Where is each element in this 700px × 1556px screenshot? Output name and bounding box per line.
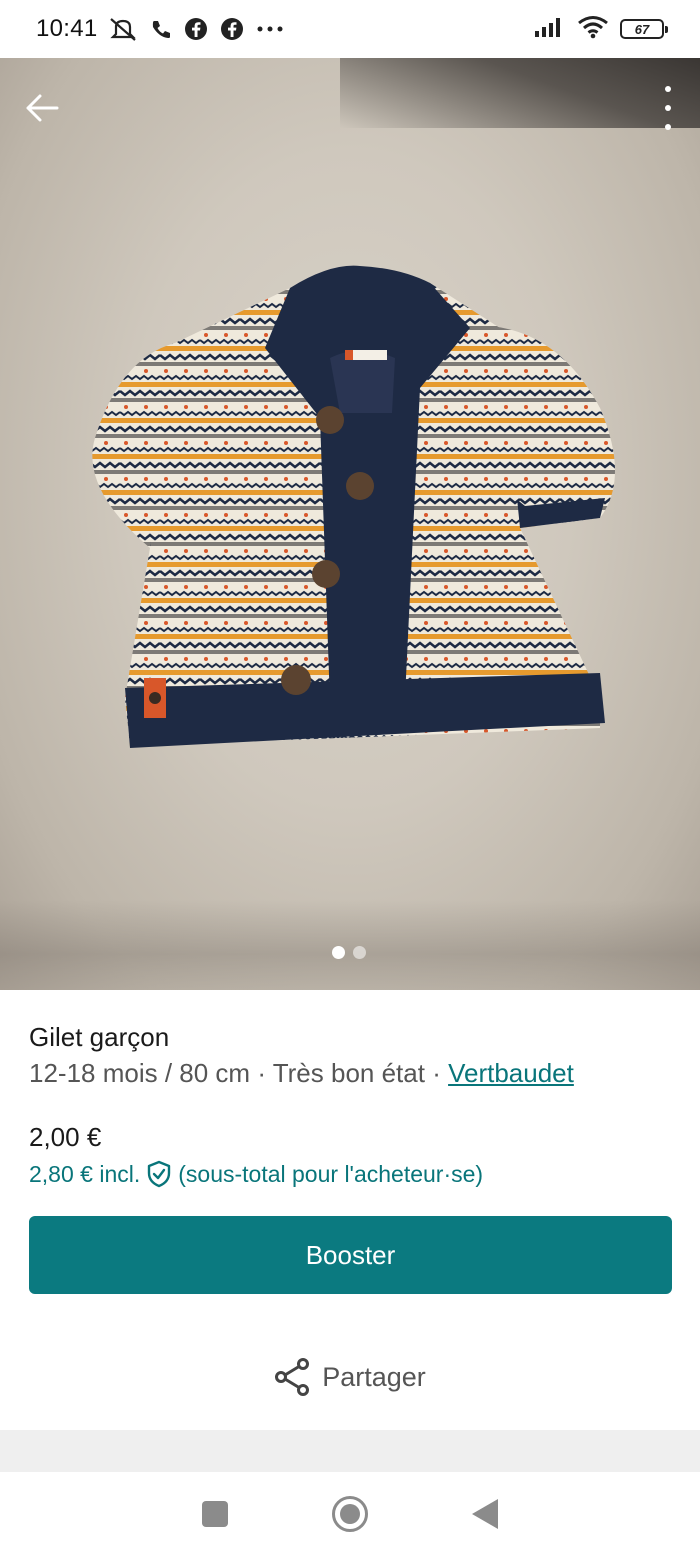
facebook-icon: [220, 17, 244, 41]
home-icon: [340, 1504, 360, 1524]
more-options-button[interactable]: [662, 86, 674, 130]
pager-dot-active[interactable]: [332, 946, 345, 959]
phone-icon: [150, 18, 172, 40]
arrow-left-icon: [26, 94, 59, 122]
share-icon: [275, 1358, 310, 1396]
brand-link[interactable]: Vertbaudet: [448, 1058, 574, 1088]
share-label: Partager: [322, 1361, 426, 1392]
facebook-icon: [184, 17, 208, 41]
shield-check-icon: [148, 1160, 171, 1188]
item-size: 12-18 mois / 80 cm: [29, 1058, 251, 1088]
system-icons: 67: [534, 14, 668, 45]
product-photo-carousel[interactable]: [0, 58, 700, 990]
recent-apps-button[interactable]: [202, 1501, 228, 1527]
incl-price: 2,80 € incl.: [29, 1160, 141, 1187]
cardigan-photo: [92, 265, 615, 748]
booster-button[interactable]: Booster: [29, 1216, 672, 1294]
more-vert-icon-dot: [665, 105, 671, 111]
item-title: Gilet garçon: [29, 1022, 170, 1052]
system-back-button[interactable]: [472, 1499, 498, 1529]
section-divider: [0, 1430, 700, 1472]
share-button[interactable]: Partager: [0, 1350, 700, 1404]
item-price: 2,00 €: [29, 1122, 102, 1152]
status-time: 10:41: [36, 15, 98, 42]
battery-indicator: 67: [620, 19, 668, 39]
more-vert-icon-dot: [665, 124, 671, 130]
incl-note: (sous-total pour l'acheteur·se): [178, 1160, 484, 1187]
pager-dot[interactable]: [353, 946, 366, 959]
carousel-pager: [332, 946, 366, 959]
signal-icon: [534, 16, 566, 43]
buyer-price-info[interactable]: 2,80 € incl. (sous-total pour l'acheteur…: [29, 1160, 483, 1188]
system-nav-bar: [0, 1472, 700, 1556]
meta-separator: ·: [424, 1058, 449, 1088]
wifi-icon: [576, 14, 610, 45]
status-bar: 10:41 67: [0, 0, 700, 58]
meta-separator: ·: [250, 1058, 273, 1088]
back-button[interactable]: [22, 88, 62, 128]
item-condition: Très bon état: [272, 1058, 425, 1088]
notification-icons: [108, 16, 284, 42]
home-button[interactable]: [332, 1496, 368, 1532]
item-meta: 12-18 mois / 80 cm · Très bon état · Ver…: [29, 1056, 679, 1090]
more-notifications-icon: [256, 24, 284, 34]
item-details: Gilet garçon 12-18 mois / 80 cm · Très b…: [29, 1020, 679, 1090]
more-vert-icon-dot: [665, 86, 671, 92]
mute-icon: [108, 16, 138, 42]
